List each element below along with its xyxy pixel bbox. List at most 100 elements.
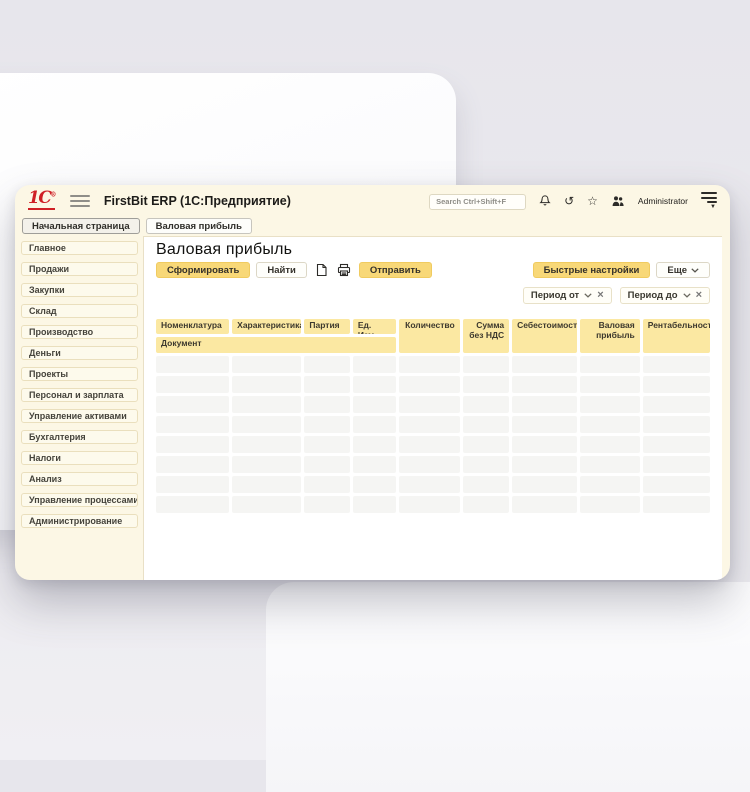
table-cell-empty[interactable] [304,356,349,373]
column-header[interactable]: Себестоимость [512,319,577,353]
sidebar-item[interactable]: Налоги [21,451,138,465]
hamburger-menu-icon[interactable] [70,195,90,207]
table-cell-empty[interactable] [399,396,459,413]
column-header[interactable]: Номенклатура [156,319,229,334]
table-cell-empty[interactable] [232,456,301,473]
table-cell-empty[interactable] [580,396,639,413]
table-cell-empty[interactable] [580,376,639,393]
table-cell-empty[interactable] [512,496,577,513]
table-cell-empty[interactable] [304,496,349,513]
table-cell-empty[interactable] [304,476,349,493]
table-cell-empty[interactable] [353,376,397,393]
column-header[interactable]: Ед. Изм. [353,319,397,334]
table-cell-empty[interactable] [399,476,459,493]
sidebar-item[interactable]: Управление процессами [21,493,138,507]
table-cell-empty[interactable] [580,476,639,493]
chevron-down-icon[interactable] [683,293,691,298]
table-cell-empty[interactable] [580,416,639,433]
table-cell-empty[interactable] [399,436,459,453]
history-button[interactable]: ↺ [564,195,574,207]
table-cell-empty[interactable] [156,396,229,413]
table-cell-empty[interactable] [304,416,349,433]
table-cell-empty[interactable] [156,496,229,513]
period-filter-chip[interactable]: Период до × [620,287,710,304]
table-cell-empty[interactable] [463,396,509,413]
notifications-button[interactable] [539,194,551,207]
generate-button[interactable]: Сформировать [156,262,250,278]
table-cell-empty[interactable] [580,456,639,473]
table-cell-empty[interactable] [156,456,229,473]
table-cell-empty[interactable] [580,356,639,373]
table-cell-empty[interactable] [512,356,577,373]
sidebar-item[interactable]: Персонал и зарплата [21,388,138,402]
table-cell-empty[interactable] [643,396,710,413]
table-cell-empty[interactable] [353,396,397,413]
sidebar-item[interactable]: Управление активами [21,409,138,423]
more-button[interactable]: Еще [656,262,710,278]
table-cell-empty[interactable] [353,356,397,373]
table-cell-empty[interactable] [232,476,301,493]
table-cell-empty[interactable] [512,376,577,393]
table-cell-empty[interactable] [304,396,349,413]
table-cell-empty[interactable] [643,416,710,433]
column-header[interactable]: Валовая прибыль [580,319,639,353]
table-cell-empty[interactable] [353,476,397,493]
sidebar-item[interactable]: Деньги [21,346,138,360]
sidebar-item[interactable]: Продажи [21,262,138,276]
table-cell-empty[interactable] [580,496,639,513]
subheader-document[interactable]: Документ [156,337,396,353]
column-header[interactable]: Характеристика [232,319,301,334]
table-cell-empty[interactable] [353,496,397,513]
table-cell-empty[interactable] [399,356,459,373]
table-cell-empty[interactable] [156,436,229,453]
quick-settings-button[interactable]: Быстрые настройки [533,262,651,278]
table-cell-empty[interactable] [353,416,397,433]
sidebar-item[interactable]: Производство [21,325,138,339]
sidebar-item[interactable]: Склад [21,304,138,318]
table-cell-empty[interactable] [643,356,710,373]
table-cell-empty[interactable] [463,496,509,513]
chevron-down-icon[interactable] [584,293,592,298]
table-cell-empty[interactable] [643,476,710,493]
table-cell-empty[interactable] [232,356,301,373]
table-cell-empty[interactable] [643,496,710,513]
table-cell-empty[interactable] [156,416,229,433]
period-filter-chip[interactable]: Период от × [523,287,612,304]
table-cell-empty[interactable] [463,476,509,493]
column-header[interactable]: Рентабельность [643,319,710,353]
tab-gross-profit[interactable]: Валовая прибыль [146,218,252,234]
tab-home[interactable]: Начальная страница [22,218,140,234]
table-cell-empty[interactable] [353,436,397,453]
new-document-button[interactable] [313,262,330,278]
table-cell-empty[interactable] [463,436,509,453]
find-button[interactable]: Найти [256,262,306,278]
sidebar-item[interactable]: Анализ [21,472,138,486]
column-header[interactable]: Количество [399,319,459,353]
table-cell-empty[interactable] [353,456,397,473]
table-cell-empty[interactable] [463,356,509,373]
sidebar-item[interactable]: Главное [21,241,138,255]
table-cell-empty[interactable] [643,436,710,453]
current-user[interactable]: Administrator [638,196,688,206]
favorites-button[interactable]: ☆ [587,195,598,207]
table-cell-empty[interactable] [232,436,301,453]
sidebar-item[interactable]: Закупки [21,283,138,297]
table-cell-empty[interactable] [156,476,229,493]
table-cell-empty[interactable] [512,436,577,453]
table-cell-empty[interactable] [643,376,710,393]
sidebar-item[interactable]: Администрирование [21,514,138,528]
table-cell-empty[interactable] [156,376,229,393]
table-cell-empty[interactable] [463,416,509,433]
table-cell-empty[interactable] [232,496,301,513]
table-cell-empty[interactable] [304,376,349,393]
clear-filter-icon[interactable]: × [696,290,702,301]
table-cell-empty[interactable] [512,476,577,493]
table-cell-empty[interactable] [512,416,577,433]
table-cell-empty[interactable] [232,376,301,393]
send-button[interactable]: Отправить [359,262,432,278]
service-menu-button[interactable]: ▼ [701,192,717,209]
print-button[interactable] [336,262,353,278]
table-cell-empty[interactable] [156,356,229,373]
table-cell-empty[interactable] [580,436,639,453]
column-header[interactable]: Сумма без НДС [463,319,509,353]
